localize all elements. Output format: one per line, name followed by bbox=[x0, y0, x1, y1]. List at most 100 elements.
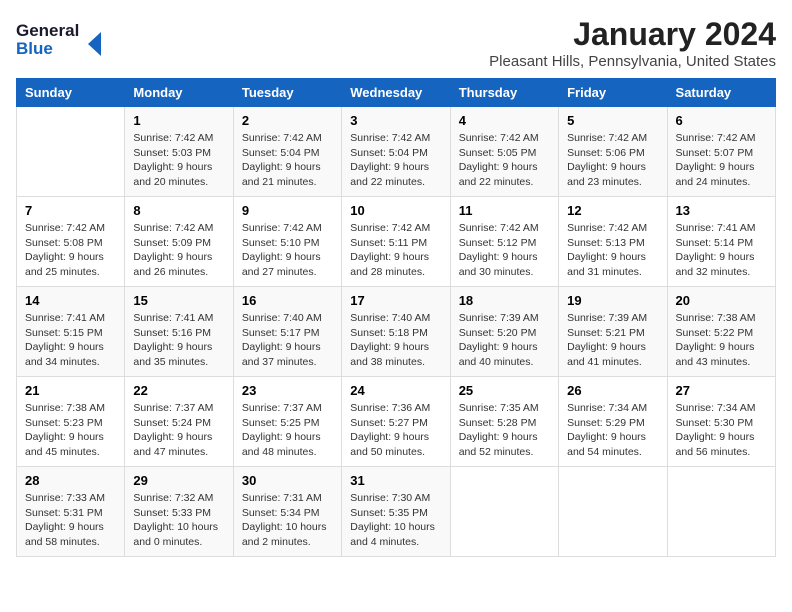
day-detail: Sunrise: 7:38 AMSunset: 5:23 PMDaylight:… bbox=[25, 401, 116, 460]
calendar-cell: 31Sunrise: 7:30 AMSunset: 5:35 PMDayligh… bbox=[342, 467, 450, 557]
calendar-cell: 23 Sunrise: 7:37 AMSunset: 5:25 PMDayligh… bbox=[233, 377, 341, 467]
day-number: 28 bbox=[25, 473, 116, 488]
page-header: General Blue January 2024 Pleasant Hills… bbox=[16, 16, 776, 70]
day-number: 9 bbox=[242, 203, 333, 218]
calendar-cell: 13 Sunrise: 7:41 AMSunset: 5:14 PMDayligh… bbox=[667, 197, 775, 287]
day-detail: Sunrise: 7:42 AMSunset: 5:07 PMDaylight:… bbox=[676, 131, 767, 190]
title-block: January 2024 Pleasant Hills, Pennsylvani… bbox=[489, 16, 776, 70]
day-number: 3 bbox=[350, 113, 441, 128]
day-detail: Sunrise: 7:32 AMSunset: 5:33 PMDaylight:… bbox=[133, 491, 224, 550]
calendar-cell bbox=[17, 107, 125, 197]
calendar-week-2: 7Sunrise: 7:42 AMSunset: 5:08 PMDaylight… bbox=[17, 197, 776, 287]
day-number: 8 bbox=[133, 203, 224, 218]
day-header-wednesday: Wednesday bbox=[342, 79, 450, 107]
day-number: 18 bbox=[459, 293, 550, 308]
day-detail: Sunrise: 7:42 AMSunset: 5:06 PMDaylight:… bbox=[567, 131, 658, 190]
day-detail: Sunrise: 7:42 AMSunset: 5:10 PMDaylight:… bbox=[242, 221, 333, 280]
location: Pleasant Hills, Pennsylvania, United Sta… bbox=[489, 53, 776, 70]
calendar-cell bbox=[667, 467, 775, 557]
calendar-cell: 14 Sunrise: 7:41 AMSunset: 5:15 PMDayligh… bbox=[17, 287, 125, 377]
month-title: January 2024 bbox=[489, 16, 776, 53]
calendar-cell: 9 Sunrise: 7:42 AMSunset: 5:10 PMDaylight… bbox=[233, 197, 341, 287]
day-detail: Sunrise: 7:41 AMSunset: 5:14 PMDaylight:… bbox=[676, 221, 767, 280]
day-number: 6 bbox=[676, 113, 767, 128]
calendar-header-row: SundayMondayTuesdayWednesdayThursdayFrid… bbox=[17, 79, 776, 107]
day-detail: Sunrise: 7:40 AMSunset: 5:17 PMDaylight:… bbox=[242, 311, 333, 370]
calendar-cell: 12Sunrise: 7:42 AMSunset: 5:13 PMDayligh… bbox=[559, 197, 667, 287]
calendar-cell: 29 Sunrise: 7:32 AMSunset: 5:33 PMDayligh… bbox=[125, 467, 233, 557]
calendar-week-4: 21 Sunrise: 7:38 AMSunset: 5:23 PMDayligh… bbox=[17, 377, 776, 467]
calendar-cell: 4 Sunrise: 7:42 AMSunset: 5:05 PMDaylight… bbox=[450, 107, 558, 197]
day-number: 20 bbox=[676, 293, 767, 308]
day-detail: Sunrise: 7:35 AMSunset: 5:28 PMDaylight:… bbox=[459, 401, 550, 460]
day-detail: Sunrise: 7:37 AMSunset: 5:25 PMDaylight:… bbox=[242, 401, 333, 460]
day-header-saturday: Saturday bbox=[667, 79, 775, 107]
day-number: 25 bbox=[459, 383, 550, 398]
calendar-week-3: 14 Sunrise: 7:41 AMSunset: 5:15 PMDayligh… bbox=[17, 287, 776, 377]
calendar-cell: 3 Sunrise: 7:42 AMSunset: 5:04 PMDaylight… bbox=[342, 107, 450, 197]
calendar-cell: 27 Sunrise: 7:34 AMSunset: 5:30 PMDayligh… bbox=[667, 377, 775, 467]
calendar-cell: 6 Sunrise: 7:42 AMSunset: 5:07 PMDaylight… bbox=[667, 107, 775, 197]
day-detail: Sunrise: 7:41 AMSunset: 5:15 PMDaylight:… bbox=[25, 311, 116, 370]
calendar-cell: 11Sunrise: 7:42 AMSunset: 5:12 PMDayligh… bbox=[450, 197, 558, 287]
day-detail: Sunrise: 7:42 AMSunset: 5:12 PMDaylight:… bbox=[459, 221, 550, 280]
calendar-body: 1 Sunrise: 7:42 AMSunset: 5:03 PMDaylight… bbox=[17, 107, 776, 557]
day-number: 16 bbox=[242, 293, 333, 308]
day-number: 21 bbox=[25, 383, 116, 398]
day-detail: Sunrise: 7:42 AMSunset: 5:03 PMDaylight:… bbox=[133, 131, 224, 190]
day-detail: Sunrise: 7:40 AMSunset: 5:18 PMDaylight:… bbox=[350, 311, 441, 370]
day-detail: Sunrise: 7:39 AMSunset: 5:21 PMDaylight:… bbox=[567, 311, 658, 370]
day-number: 1 bbox=[133, 113, 224, 128]
calendar-cell: 28 Sunrise: 7:33 AMSunset: 5:31 PMDayligh… bbox=[17, 467, 125, 557]
day-number: 26 bbox=[567, 383, 658, 398]
day-number: 29 bbox=[133, 473, 224, 488]
svg-text:General: General bbox=[16, 21, 79, 40]
calendar-cell: 25 Sunrise: 7:35 AMSunset: 5:28 PMDayligh… bbox=[450, 377, 558, 467]
calendar-cell: 17 Sunrise: 7:40 AMSunset: 5:18 PMDayligh… bbox=[342, 287, 450, 377]
day-number: 31 bbox=[350, 473, 441, 488]
calendar-cell: 26 Sunrise: 7:34 AMSunset: 5:29 PMDayligh… bbox=[559, 377, 667, 467]
calendar-cell: 7Sunrise: 7:42 AMSunset: 5:08 PMDaylight… bbox=[17, 197, 125, 287]
calendar-cell: 2Sunrise: 7:42 AMSunset: 5:04 PMDaylight… bbox=[233, 107, 341, 197]
day-detail: Sunrise: 7:39 AMSunset: 5:20 PMDaylight:… bbox=[459, 311, 550, 370]
svg-text:Blue: Blue bbox=[16, 39, 53, 58]
day-number: 24 bbox=[350, 383, 441, 398]
calendar-cell: 10 Sunrise: 7:42 AMSunset: 5:11 PMDayligh… bbox=[342, 197, 450, 287]
day-number: 13 bbox=[676, 203, 767, 218]
day-detail: Sunrise: 7:34 AMSunset: 5:30 PMDaylight:… bbox=[676, 401, 767, 460]
calendar-cell: 15Sunrise: 7:41 AMSunset: 5:16 PMDayligh… bbox=[125, 287, 233, 377]
calendar-cell: 1 Sunrise: 7:42 AMSunset: 5:03 PMDaylight… bbox=[125, 107, 233, 197]
day-number: 7 bbox=[25, 203, 116, 218]
calendar-cell bbox=[450, 467, 558, 557]
calendar-cell: 5 Sunrise: 7:42 AMSunset: 5:06 PMDaylight… bbox=[559, 107, 667, 197]
day-number: 5 bbox=[567, 113, 658, 128]
day-detail: Sunrise: 7:41 AMSunset: 5:16 PMDaylight:… bbox=[133, 311, 224, 370]
day-number: 10 bbox=[350, 203, 441, 218]
day-detail: Sunrise: 7:42 AMSunset: 5:11 PMDaylight:… bbox=[350, 221, 441, 280]
day-detail: Sunrise: 7:42 AMSunset: 5:05 PMDaylight:… bbox=[459, 131, 550, 190]
day-number: 14 bbox=[25, 293, 116, 308]
calendar-cell: 20Sunrise: 7:38 AMSunset: 5:22 PMDayligh… bbox=[667, 287, 775, 377]
day-number: 22 bbox=[133, 383, 224, 398]
day-number: 4 bbox=[459, 113, 550, 128]
day-detail: Sunrise: 7:36 AMSunset: 5:27 PMDaylight:… bbox=[350, 401, 441, 460]
day-detail: Sunrise: 7:42 AMSunset: 5:13 PMDaylight:… bbox=[567, 221, 658, 280]
logo-icon: General Blue bbox=[16, 16, 106, 60]
day-number: 30 bbox=[242, 473, 333, 488]
calendar-table: SundayMondayTuesdayWednesdayThursdayFrid… bbox=[16, 78, 776, 557]
calendar-cell: 30 Sunrise: 7:31 AMSunset: 5:34 PMDayligh… bbox=[233, 467, 341, 557]
day-detail: Sunrise: 7:42 AMSunset: 5:04 PMDaylight:… bbox=[350, 131, 441, 190]
day-number: 19 bbox=[567, 293, 658, 308]
day-number: 2 bbox=[242, 113, 333, 128]
day-detail: Sunrise: 7:42 AMSunset: 5:09 PMDaylight:… bbox=[133, 221, 224, 280]
day-detail: Sunrise: 7:33 AMSunset: 5:31 PMDaylight:… bbox=[25, 491, 116, 550]
day-detail: Sunrise: 7:31 AMSunset: 5:34 PMDaylight:… bbox=[242, 491, 333, 550]
calendar-cell: 19 Sunrise: 7:39 AMSunset: 5:21 PMDayligh… bbox=[559, 287, 667, 377]
day-number: 23 bbox=[242, 383, 333, 398]
day-number: 17 bbox=[350, 293, 441, 308]
day-detail: Sunrise: 7:34 AMSunset: 5:29 PMDaylight:… bbox=[567, 401, 658, 460]
calendar-cell: 18 Sunrise: 7:39 AMSunset: 5:20 PMDayligh… bbox=[450, 287, 558, 377]
day-number: 27 bbox=[676, 383, 767, 398]
calendar-week-5: 28 Sunrise: 7:33 AMSunset: 5:31 PMDayligh… bbox=[17, 467, 776, 557]
calendar-cell: 8 Sunrise: 7:42 AMSunset: 5:09 PMDaylight… bbox=[125, 197, 233, 287]
